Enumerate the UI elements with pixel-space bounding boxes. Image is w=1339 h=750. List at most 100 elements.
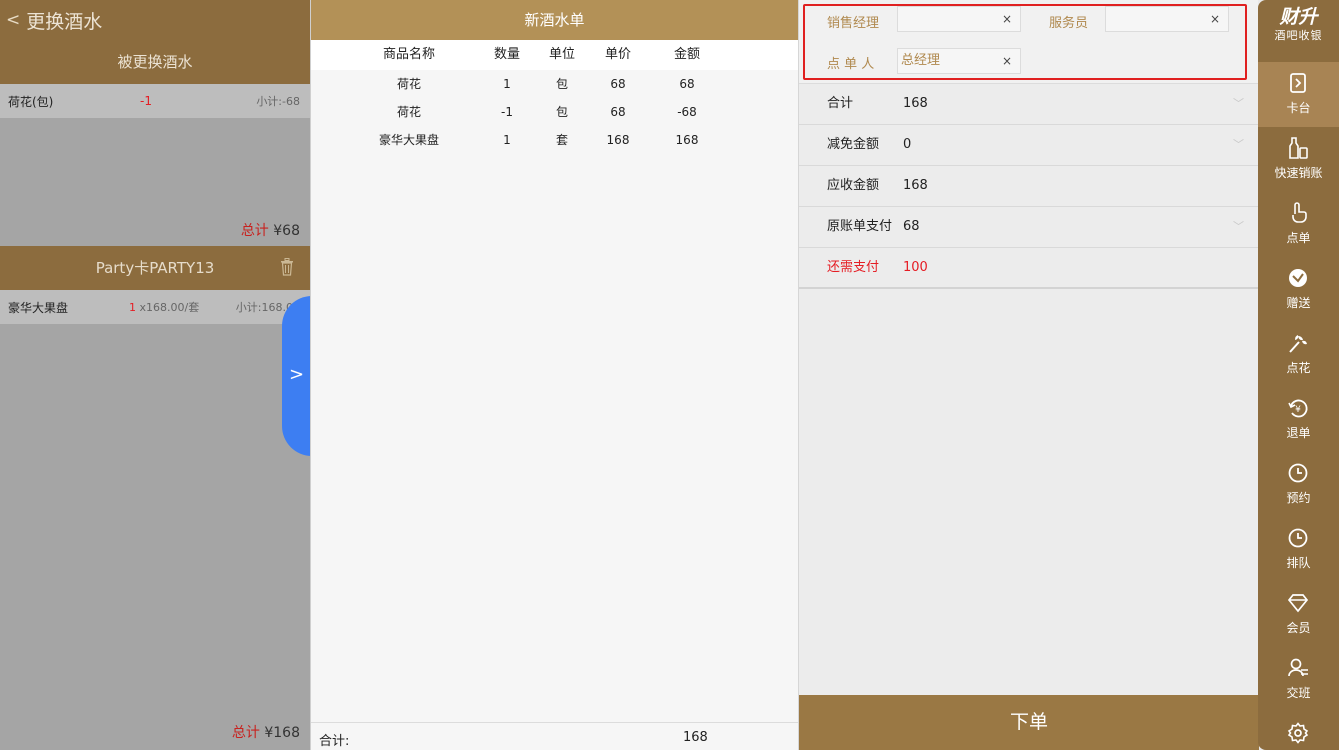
cell-unit: 套 <box>555 133 568 147</box>
nav-item-queue[interactable]: 排队 <box>1258 517 1339 582</box>
card-total-label: 总计 <box>231 725 260 741</box>
summary-total-row[interactable]: 合计 168 ﹀ <box>799 84 1258 125</box>
orderer-label: 点 单 人 <box>827 57 875 72</box>
summary-value: 100 <box>903 260 928 275</box>
nav-item-shift[interactable]: 交班 <box>1258 647 1339 712</box>
table-row[interactable]: 荷花 -1 包 68 -68 <box>311 98 798 126</box>
cell-unit: 包 <box>555 77 568 91</box>
waiter-field[interactable]: × <box>1105 6 1229 32</box>
hand-icon <box>1292 202 1307 223</box>
replaced-item-qty: -1 <box>140 94 152 108</box>
checkout-panel: 销售经理 × 服务员 × 点 单 人 总经理 × 合计 168 ﹀ 减免金额 0… <box>798 0 1259 750</box>
new-drinks-title: 新酒水单 <box>311 0 798 40</box>
col-amount: 金额 <box>673 47 700 62</box>
svg-text:¥: ¥ <box>1295 405 1301 415</box>
clock-icon <box>1288 463 1308 483</box>
nav-label: 快速销账 <box>1274 166 1323 180</box>
table-footer: 合计: 168 <box>311 722 798 750</box>
summary-remaining-row: 还需支付 100 <box>799 248 1258 289</box>
nav-label: 排队 <box>1286 556 1311 570</box>
staff-section: 销售经理 × 服务员 × 点 单 人 总经理 × <box>799 0 1258 84</box>
col-name: 商品名称 <box>382 47 435 62</box>
nav-item-quick-writeoff[interactable]: 快速销账 <box>1258 127 1339 192</box>
summary-discount-row[interactable]: 减免金额 0 ﹀ <box>799 125 1258 166</box>
table-row[interactable]: 豪华大果盘 1 套 168 168 <box>311 126 798 154</box>
nav-item-flower[interactable]: 点花 <box>1258 322 1339 387</box>
replaced-drinks-panel: < 更换酒水 被更换酒水 荷花(包) -1 小计:-68 总计 ¥68 Part… <box>0 0 310 750</box>
summary-label: 原账单支付 <box>827 219 893 234</box>
cell-qty: 1 <box>503 133 511 147</box>
diamond-icon <box>1287 594 1309 613</box>
card-item-row[interactable]: 豪华大果盘 1 x168.00/套 小计:168.00 <box>0 290 310 324</box>
table-header: 商品名称 数量 单位 单价 金额 <box>311 40 798 70</box>
summary-receivable-row: 应收金额 168 <box>799 166 1258 207</box>
summary-label: 合计 <box>827 96 854 111</box>
nav-item-member[interactable]: 会员 <box>1258 582 1339 647</box>
cell-amount: 68 <box>679 77 695 91</box>
clear-icon[interactable]: × <box>1002 7 1012 31</box>
replaced-total-value: ¥68 <box>273 223 300 239</box>
chevron-down-icon[interactable]: ﹀ <box>1233 125 1244 165</box>
col-qty: 数量 <box>493 47 520 62</box>
page-title: 更换酒水 <box>26 10 103 33</box>
card-total-value: ¥168 <box>264 725 300 741</box>
gear-icon <box>1287 722 1309 744</box>
col-price: 单价 <box>604 47 631 62</box>
summary-label: 减免金额 <box>827 137 880 152</box>
nav-label: 交班 <box>1286 686 1311 700</box>
flower-icon <box>1289 335 1307 353</box>
summary-value: 68 <box>903 219 920 234</box>
cell-name: 豪华大果盘 <box>378 133 439 147</box>
summary-original-paid-row[interactable]: 原账单支付 68 ﹀ <box>799 207 1258 248</box>
new-drinks-panel: 新酒水单 商品名称 数量 单位 单价 金额 荷花 1 包 68 68 荷花 -1… <box>310 0 798 750</box>
nav-item-gift[interactable]: 赠送 <box>1258 257 1339 322</box>
gift-icon <box>1289 269 1307 287</box>
cell-price: 68 <box>610 105 626 119</box>
trash-icon[interactable] <box>280 258 294 276</box>
bottle-icon <box>1289 137 1308 159</box>
page-header: < 更换酒水 <box>0 0 310 40</box>
replaced-item-name: 荷花(包) <box>8 94 54 109</box>
card-item-unit-price: x168.00/套 <box>139 301 200 314</box>
cell-name: 荷花 <box>396 105 421 119</box>
nav-label: 点花 <box>1286 361 1311 375</box>
nav-item-table[interactable]: 卡台 <box>1258 62 1339 127</box>
orderer-field[interactable]: 总经理 × <box>897 48 1021 74</box>
card-item-qty-group: 1 x168.00/套 <box>129 299 199 315</box>
cell-unit: 包 <box>555 105 568 119</box>
refund-icon: ¥ <box>1288 399 1308 418</box>
card-header: Party卡PARTY13 <box>0 246 310 290</box>
footer-total-label: 合计: <box>319 734 350 749</box>
clear-icon[interactable]: × <box>1002 49 1012 73</box>
nav-label: 点单 <box>1286 231 1311 245</box>
brand-logo: 财升 酒吧收银 <box>1258 0 1339 62</box>
panel-toggle-tab[interactable]: > <box>282 296 312 456</box>
clear-icon[interactable]: × <box>1210 7 1220 31</box>
chevron-down-icon[interactable]: ﹀ <box>1233 207 1244 247</box>
nav-item-order[interactable]: 点单 <box>1258 192 1339 257</box>
place-order-button[interactable]: 下单 <box>799 695 1259 750</box>
replaced-total-label: 总计 <box>240 223 269 239</box>
chevron-down-icon[interactable]: ﹀ <box>1233 84 1244 124</box>
card-total: 总计 ¥168 <box>232 722 300 742</box>
nav-label: 卡台 <box>1286 101 1311 115</box>
nav-item-other[interactable]: 其他 <box>1258 712 1339 750</box>
card-item-qty: 1 <box>129 301 136 314</box>
replaced-header: 被更换酒水 <box>0 40 310 84</box>
cell-price: 168 <box>606 133 630 147</box>
table-row[interactable]: 荷花 1 包 68 68 <box>311 70 798 98</box>
queue-icon <box>1288 528 1308 548</box>
nav-label: 赠送 <box>1286 296 1311 310</box>
replaced-item-subtotal: 小计:-68 <box>256 95 300 108</box>
nav-item-refund[interactable]: ¥ 退单 <box>1258 387 1339 452</box>
sales-manager-field[interactable]: × <box>897 6 1021 32</box>
col-unit: 单位 <box>548 47 575 62</box>
cell-amount: 168 <box>675 133 699 147</box>
nav-item-reservation[interactable]: 预约 <box>1258 452 1339 517</box>
replaced-total: 总计 ¥68 <box>0 216 310 246</box>
replaced-item-row[interactable]: 荷花(包) -1 小计:-68 <box>0 84 310 118</box>
summary-value: 168 <box>903 178 928 193</box>
card-header-title: Party卡PARTY13 <box>95 259 215 277</box>
back-arrow-icon[interactable]: < <box>6 10 20 30</box>
waiter-label: 服务员 <box>1049 16 1089 31</box>
